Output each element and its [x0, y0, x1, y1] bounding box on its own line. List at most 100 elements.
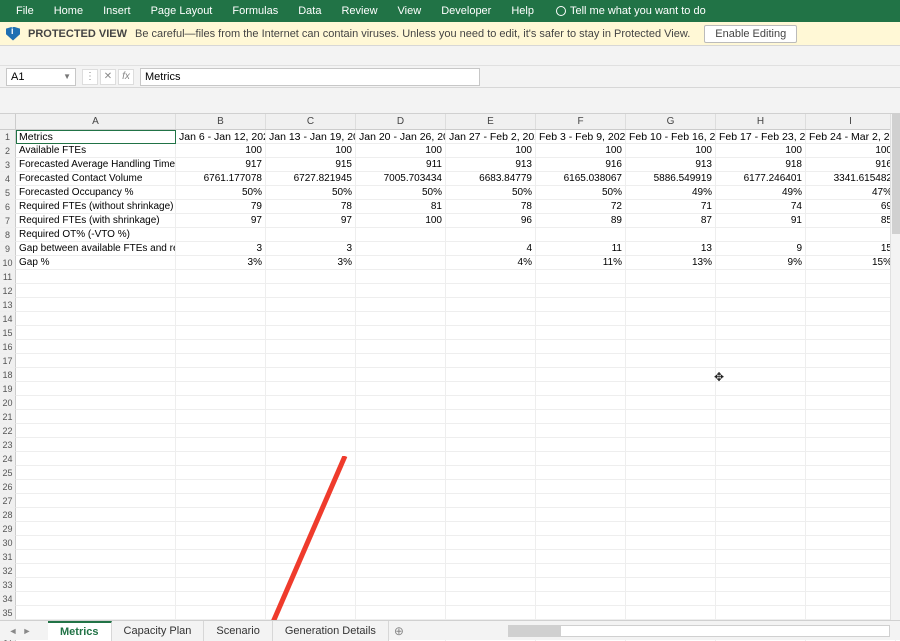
- cell[interactable]: [536, 312, 626, 326]
- cell[interactable]: [536, 494, 626, 508]
- cell[interactable]: [716, 382, 806, 396]
- cell[interactable]: [176, 298, 266, 312]
- cell[interactable]: 15: [806, 242, 896, 256]
- cell[interactable]: [356, 536, 446, 550]
- cell[interactable]: [806, 298, 896, 312]
- cell[interactable]: 85: [806, 214, 896, 228]
- cell[interactable]: 915: [266, 158, 356, 172]
- cell[interactable]: Gap between available FTEs and required …: [16, 242, 176, 256]
- cell[interactable]: [716, 564, 806, 578]
- ribbon-tab-formulas[interactable]: Formulas: [222, 0, 288, 22]
- cell[interactable]: [716, 228, 806, 242]
- cell[interactable]: [356, 340, 446, 354]
- cell[interactable]: [16, 424, 176, 438]
- name-box[interactable]: A1 ▼: [6, 68, 76, 86]
- cell[interactable]: 79: [176, 200, 266, 214]
- cell[interactable]: [626, 382, 716, 396]
- cell[interactable]: [266, 410, 356, 424]
- cell[interactable]: [446, 410, 536, 424]
- cell[interactable]: 100: [446, 144, 536, 158]
- cell[interactable]: 917: [176, 158, 266, 172]
- cell[interactable]: 6727.821945: [266, 172, 356, 186]
- cell[interactable]: [716, 536, 806, 550]
- cell[interactable]: Available FTEs: [16, 144, 176, 158]
- cell[interactable]: [356, 396, 446, 410]
- row-header[interactable]: 26: [0, 480, 16, 494]
- cell[interactable]: [446, 550, 536, 564]
- cell[interactable]: [176, 382, 266, 396]
- cell[interactable]: [176, 270, 266, 284]
- horizontal-scrollbar[interactable]: [508, 625, 890, 637]
- cell[interactable]: [806, 508, 896, 522]
- cell[interactable]: [266, 228, 356, 242]
- cell[interactable]: [806, 326, 896, 340]
- cell[interactable]: [536, 564, 626, 578]
- cell[interactable]: [16, 382, 176, 396]
- cell[interactable]: Required FTEs (without shrinkage): [16, 200, 176, 214]
- row-header[interactable]: 7: [0, 214, 16, 228]
- cell[interactable]: [536, 606, 626, 620]
- cell[interactable]: 91: [716, 214, 806, 228]
- cell[interactable]: 6683.84779: [446, 172, 536, 186]
- cell[interactable]: [446, 564, 536, 578]
- cell[interactable]: [806, 466, 896, 480]
- cell[interactable]: Gap %: [16, 256, 176, 270]
- cell[interactable]: [716, 284, 806, 298]
- cell[interactable]: [806, 606, 896, 620]
- cell[interactable]: [356, 382, 446, 396]
- cell[interactable]: [446, 606, 536, 620]
- row-header[interactable]: 35: [0, 606, 16, 620]
- cell[interactable]: [446, 578, 536, 592]
- cell[interactable]: [446, 326, 536, 340]
- cell[interactable]: 100: [626, 144, 716, 158]
- ribbon-tab-data[interactable]: Data: [288, 0, 331, 22]
- cell[interactable]: [176, 466, 266, 480]
- cell[interactable]: [536, 480, 626, 494]
- cell[interactable]: [16, 508, 176, 522]
- row-header[interactable]: 14: [0, 312, 16, 326]
- cell[interactable]: [176, 368, 266, 382]
- cell[interactable]: 78: [446, 200, 536, 214]
- cell[interactable]: [266, 354, 356, 368]
- row-header[interactable]: 25: [0, 466, 16, 480]
- cell[interactable]: [716, 354, 806, 368]
- ribbon-tab-view[interactable]: View: [388, 0, 432, 22]
- cell[interactable]: [716, 396, 806, 410]
- cell[interactable]: [626, 270, 716, 284]
- cell[interactable]: [626, 228, 716, 242]
- cell[interactable]: [536, 270, 626, 284]
- cell[interactable]: [356, 438, 446, 452]
- row-header[interactable]: 11: [0, 270, 16, 284]
- cell[interactable]: [716, 298, 806, 312]
- cell[interactable]: 100: [356, 144, 446, 158]
- cell[interactable]: [176, 452, 266, 466]
- cell[interactable]: [176, 536, 266, 550]
- cell[interactable]: 4%: [446, 256, 536, 270]
- cell[interactable]: [266, 550, 356, 564]
- cell[interactable]: [536, 466, 626, 480]
- cell[interactable]: [16, 564, 176, 578]
- cell[interactable]: Jan 20 - Jan 26, 2022: [356, 130, 446, 144]
- cell[interactable]: 97: [266, 214, 356, 228]
- cell[interactable]: [266, 592, 356, 606]
- tell-me[interactable]: Tell me what you want to do: [556, 5, 706, 17]
- cell[interactable]: [16, 326, 176, 340]
- cell[interactable]: [806, 396, 896, 410]
- cell[interactable]: [176, 606, 266, 620]
- row-header[interactable]: 2: [0, 144, 16, 158]
- cell[interactable]: [266, 508, 356, 522]
- cell[interactable]: 11: [536, 242, 626, 256]
- cell[interactable]: [806, 270, 896, 284]
- cell[interactable]: [356, 522, 446, 536]
- cell[interactable]: [806, 536, 896, 550]
- cell[interactable]: [806, 340, 896, 354]
- cell[interactable]: Feb 3 - Feb 9, 2022: [536, 130, 626, 144]
- cell[interactable]: [446, 354, 536, 368]
- cell[interactable]: [356, 494, 446, 508]
- cell[interactable]: [806, 578, 896, 592]
- cell[interactable]: 9: [716, 242, 806, 256]
- cell[interactable]: [446, 298, 536, 312]
- row-header[interactable]: 20: [0, 396, 16, 410]
- cell[interactable]: [716, 326, 806, 340]
- cell[interactable]: [626, 368, 716, 382]
